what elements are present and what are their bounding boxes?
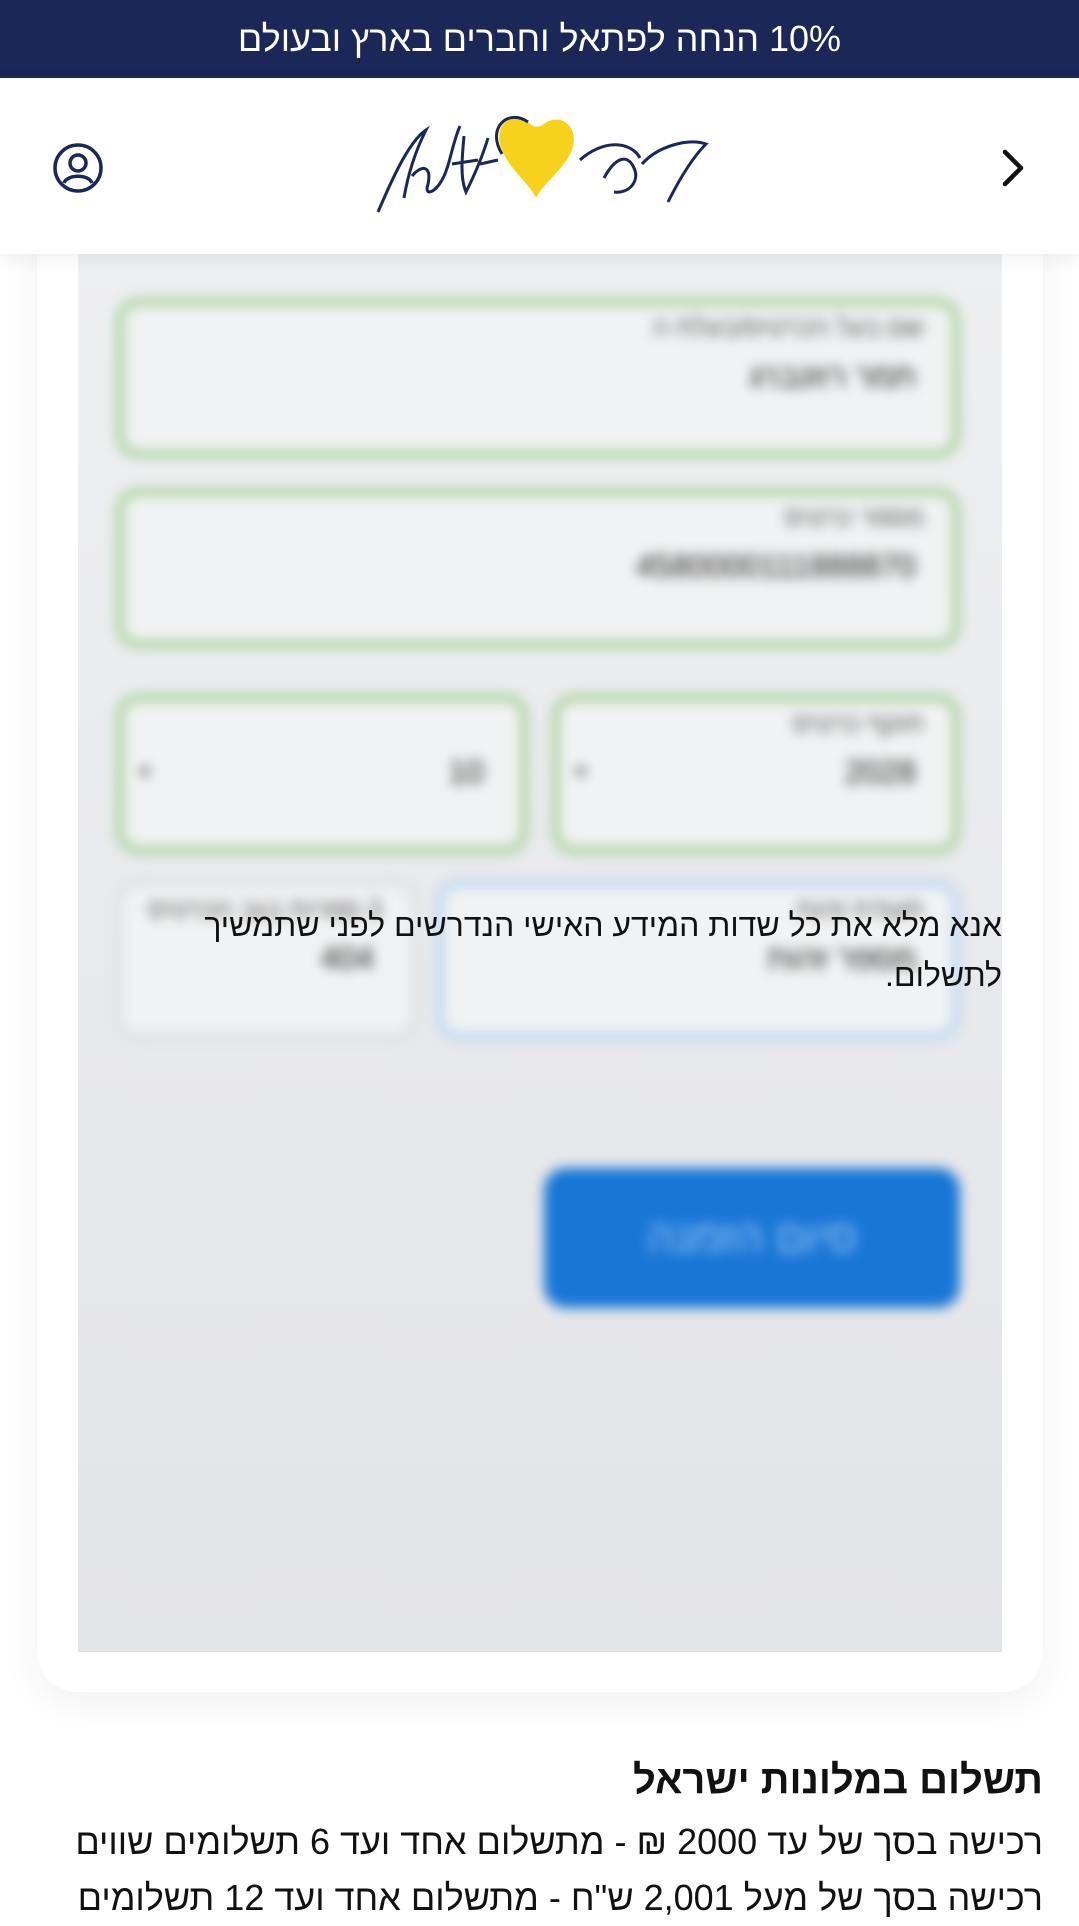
expiry-year-value: 2028	[844, 754, 916, 790]
payment-info-line: רכישה בסך של עד 2000 ₪ - מתשלום אחד ועד …	[75, 1821, 1043, 1862]
expiry-month-value: 10	[448, 754, 484, 790]
payment-info-title: תשלום במלונות ישראל	[633, 1758, 1043, 1802]
expiry-month-select[interactable]: 10 ▼	[116, 694, 528, 854]
payment-info-line: רכישה בסך של מעל 2,001 ש"ח - מתשלום אחד …	[77, 1877, 1043, 1918]
submit-payment-button[interactable]: סיום הזמנה	[544, 1168, 960, 1308]
card-holder-label: שם בעל הכרטיס/בעלת ה	[652, 312, 924, 342]
card-number-label: מספר כרטיס	[784, 502, 924, 532]
promo-banner: 10% הנחה לפתאל וחברים בארץ ובעולם	[0, 0, 1079, 78]
card-number-field[interactable]: מספר כרטיס 4580000111888870	[116, 488, 960, 648]
payment-info-section: תשלום במלונות ישראל רכישה בסך של עד 2000…	[33, 1750, 1043, 1926]
fattal-logo[interactable]: fattal	[368, 114, 712, 218]
card-number-value: 4580000111888870	[636, 548, 916, 584]
card-holder-field[interactable]: שם בעל הכרטיס/בעלת ה תמר רוזנברג	[116, 298, 960, 458]
user-circle-icon[interactable]	[52, 142, 104, 194]
chevron-icon[interactable]	[991, 144, 1035, 192]
promo-banner-text: 10% הנחה לפתאל וחברים בארץ ובעולם	[237, 18, 842, 59]
fill-details-message: אנא מלא את כל שדות המידע האישי הנדרשים ל…	[204, 907, 1002, 993]
expiry-year-select[interactable]: תוקף כרטיס 2028 ▼	[552, 694, 960, 854]
card-holder-value: תמר רוזנברג	[749, 358, 916, 394]
logo-text-latin: fattal	[368, 114, 369, 115]
dropdown-arrow-icon: ▼	[572, 762, 590, 782]
payment-iframe: שם בעל הכרטיס/בעלת ה תמר רוזנברג מספר כר…	[78, 254, 1002, 1652]
dropdown-arrow-icon: ▼	[136, 762, 154, 782]
expiry-label: תוקף כרטיס	[792, 708, 924, 738]
site-header: fattal	[0, 78, 1079, 254]
